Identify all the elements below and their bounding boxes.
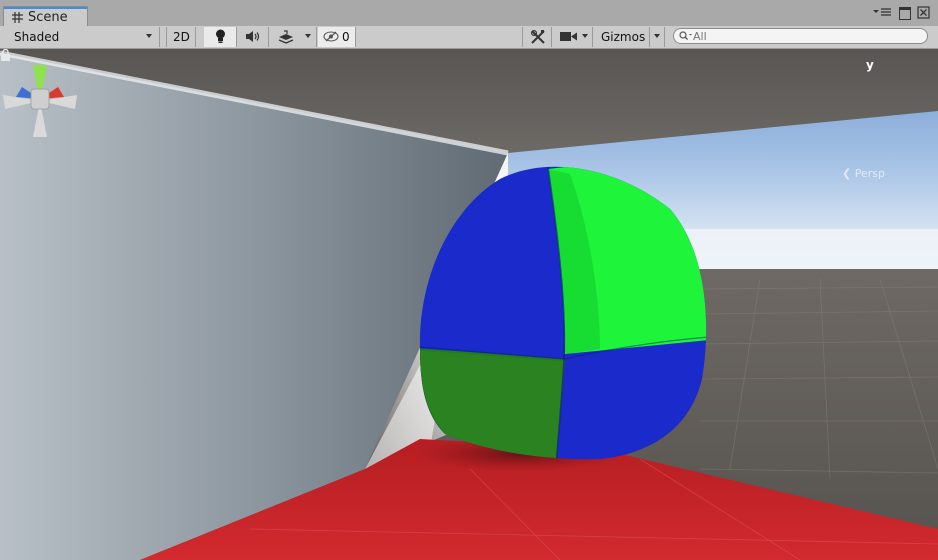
camera-settings-dropdown[interactable] — [553, 27, 593, 47]
draw-mode-label: Shaded — [14, 30, 60, 44]
hidden-count: 0 — [342, 30, 350, 44]
tab-scene[interactable]: Scene — [3, 6, 88, 26]
chevron-down-icon — [654, 34, 660, 38]
gizmos-dropdown[interactable] — [650, 27, 665, 47]
hierarchy-search[interactable] — [673, 28, 928, 44]
speaker-icon — [246, 31, 260, 42]
tab-label: Scene — [28, 10, 68, 25]
tab-bar: Scene — [0, 0, 938, 26]
window-menu-icon[interactable] — [872, 6, 892, 20]
projection-text: Persp — [854, 167, 885, 180]
lock-icon[interactable] — [0, 49, 11, 61]
gizmos-label: Gizmos — [601, 30, 646, 44]
tools-toggle[interactable] — [522, 27, 552, 47]
layers-icon — [278, 30, 294, 44]
camera-icon — [560, 32, 577, 41]
tools-icon — [530, 29, 545, 44]
scene-lighting-toggle[interactable] — [204, 27, 237, 47]
search-input[interactable] — [693, 29, 918, 43]
gizmos-button[interactable]: Gizmos — [596, 27, 650, 47]
chevron-down-icon — [582, 34, 588, 38]
axis-y-label: y — [866, 58, 874, 72]
close-icon[interactable] — [917, 6, 931, 20]
2d-toggle-button[interactable]: 2D — [166, 27, 196, 47]
2d-label: 2D — [173, 30, 190, 44]
scene-orientation-gizmo[interactable] — [0, 49, 80, 139]
lightbulb-icon — [216, 29, 225, 43]
search-icon — [679, 31, 692, 40]
scene-render — [0, 49, 938, 560]
hidden-objects-toggle[interactable]: 0 — [318, 27, 356, 47]
grid-icon — [12, 12, 23, 23]
scene-effects-dropdown[interactable] — [270, 27, 317, 47]
chevron-down-icon — [146, 34, 152, 38]
chevron-left-icon: ❮ — [842, 167, 852, 180]
draw-mode-dropdown[interactable]: Shaded — [8, 27, 160, 47]
chevron-down-icon — [305, 34, 311, 38]
scene-viewport[interactable]: y ❮ Persp — [0, 49, 938, 560]
projection-label[interactable]: ❮ Persp — [842, 167, 885, 180]
eye-slash-icon — [323, 31, 339, 42]
scene-toolbar: Shaded 2D 0 Gizmos All — [0, 26, 938, 49]
scene-audio-toggle[interactable] — [237, 27, 269, 47]
maximize-icon[interactable] — [898, 6, 912, 20]
